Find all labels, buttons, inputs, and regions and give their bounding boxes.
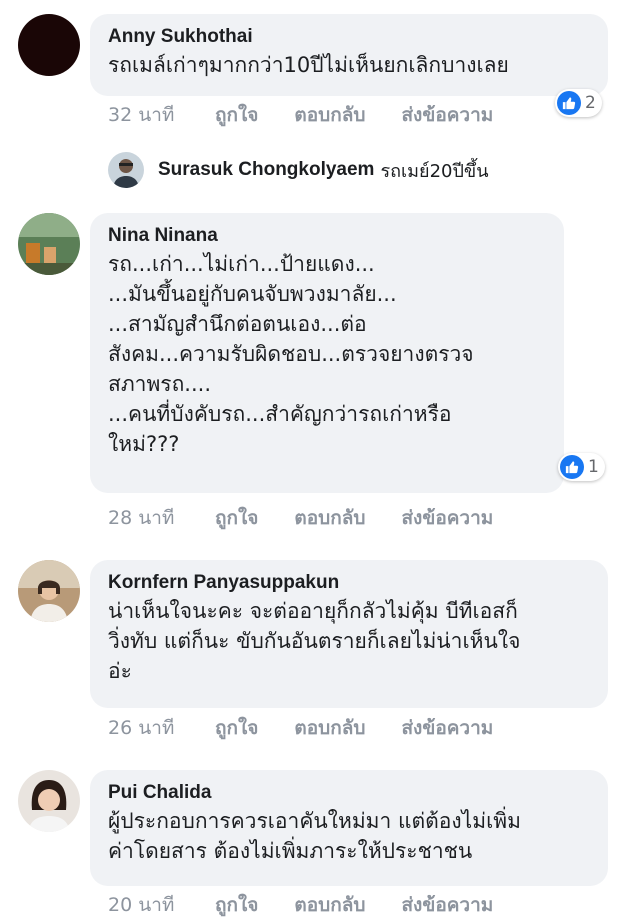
- reaction-count: 1: [588, 457, 599, 477]
- like-button[interactable]: ถูกใจ: [215, 100, 258, 130]
- comment-bubble: Anny Sukhothai รถเมล์เก่าๆมากกว่า10ปีไม่…: [90, 14, 608, 96]
- comment-bubble: Pui Chalida ผู้ประกอบการควรเอาคันใหม่มา …: [90, 770, 608, 886]
- comment-bubble: Nina Ninana รถ...เก่า...ไม่เก่า...ป้ายแด…: [90, 213, 564, 493]
- send-message-button[interactable]: ส่งข้อความ: [401, 890, 493, 920]
- comment-actions: 32 นาที ถูกใจ ตอบกลับ ส่งข้อความ: [108, 100, 529, 130]
- avatar[interactable]: [18, 14, 80, 76]
- comment-author[interactable]: Anny Sukhothai: [108, 24, 592, 50]
- send-message-button[interactable]: ส่งข้อความ: [401, 503, 493, 533]
- comment-actions: 26 นาที ถูกใจ ตอบกลับ ส่งข้อความ: [108, 713, 529, 743]
- reaction-count: 2: [585, 93, 596, 113]
- comment-author[interactable]: Nina Ninana: [108, 223, 548, 249]
- reaction-summary[interactable]: 2: [555, 89, 602, 117]
- like-button[interactable]: ถูกใจ: [215, 503, 258, 533]
- like-button[interactable]: ถูกใจ: [215, 890, 258, 920]
- reply-button[interactable]: ตอบกลับ: [294, 890, 365, 920]
- avatar[interactable]: [18, 213, 80, 275]
- reply-button[interactable]: ตอบกลับ: [294, 713, 365, 743]
- comment-timestamp[interactable]: 20 นาที: [108, 890, 215, 920]
- comment-author[interactable]: Pui Chalida: [108, 780, 592, 806]
- reply-button[interactable]: ตอบกลับ: [294, 100, 365, 130]
- reply-preview[interactable]: Surasuk Chongkolyaem รถเมย์20ปีขึ้น: [108, 152, 489, 188]
- like-reaction-icon: [557, 91, 581, 115]
- comment-actions: 20 นาที ถูกใจ ตอบกลับ ส่งข้อความ: [108, 890, 529, 920]
- send-message-button[interactable]: ส่งข้อความ: [401, 100, 493, 130]
- comment-bubble: Kornfern Panyasuppakun น่าเห็นใจนะคะ จะต…: [90, 560, 608, 708]
- reaction-summary[interactable]: 1: [558, 453, 605, 481]
- comment-timestamp[interactable]: 32 นาที: [108, 100, 215, 130]
- comment-author[interactable]: Kornfern Panyasuppakun: [108, 570, 592, 596]
- reply-button[interactable]: ตอบกลับ: [294, 503, 365, 533]
- comment-text: รถ...เก่า...ไม่เก่า...ป้ายแดง... ...มันข…: [108, 252, 474, 456]
- comment-text: ผู้ประกอบการควรเอาคันใหม่มา แต่ต้องไม่เพ…: [108, 809, 521, 863]
- comment-timestamp[interactable]: 28 นาที: [108, 503, 215, 533]
- like-reaction-icon: [560, 455, 584, 479]
- comment-text: น่าเห็นใจนะคะ จะต่ออายุก็กลัวไม่คุ้ม บีท…: [108, 599, 521, 683]
- avatar[interactable]: [18, 770, 80, 832]
- comment-timestamp[interactable]: 26 นาที: [108, 713, 215, 743]
- comment-text: รถเมล์เก่าๆมากกว่า10ปีไม่เห็นยกเลิกบางเล…: [108, 53, 509, 77]
- like-button[interactable]: ถูกใจ: [215, 713, 258, 743]
- reply-avatar[interactable]: [108, 152, 144, 188]
- reply-author[interactable]: Surasuk Chongkolyaem: [158, 159, 374, 181]
- comment-actions: 28 นาที ถูกใจ ตอบกลับ ส่งข้อความ: [108, 503, 529, 533]
- avatar[interactable]: [18, 560, 80, 622]
- reply-text: รถเมย์20ปีขึ้น: [380, 160, 489, 182]
- send-message-button[interactable]: ส่งข้อความ: [401, 713, 493, 743]
